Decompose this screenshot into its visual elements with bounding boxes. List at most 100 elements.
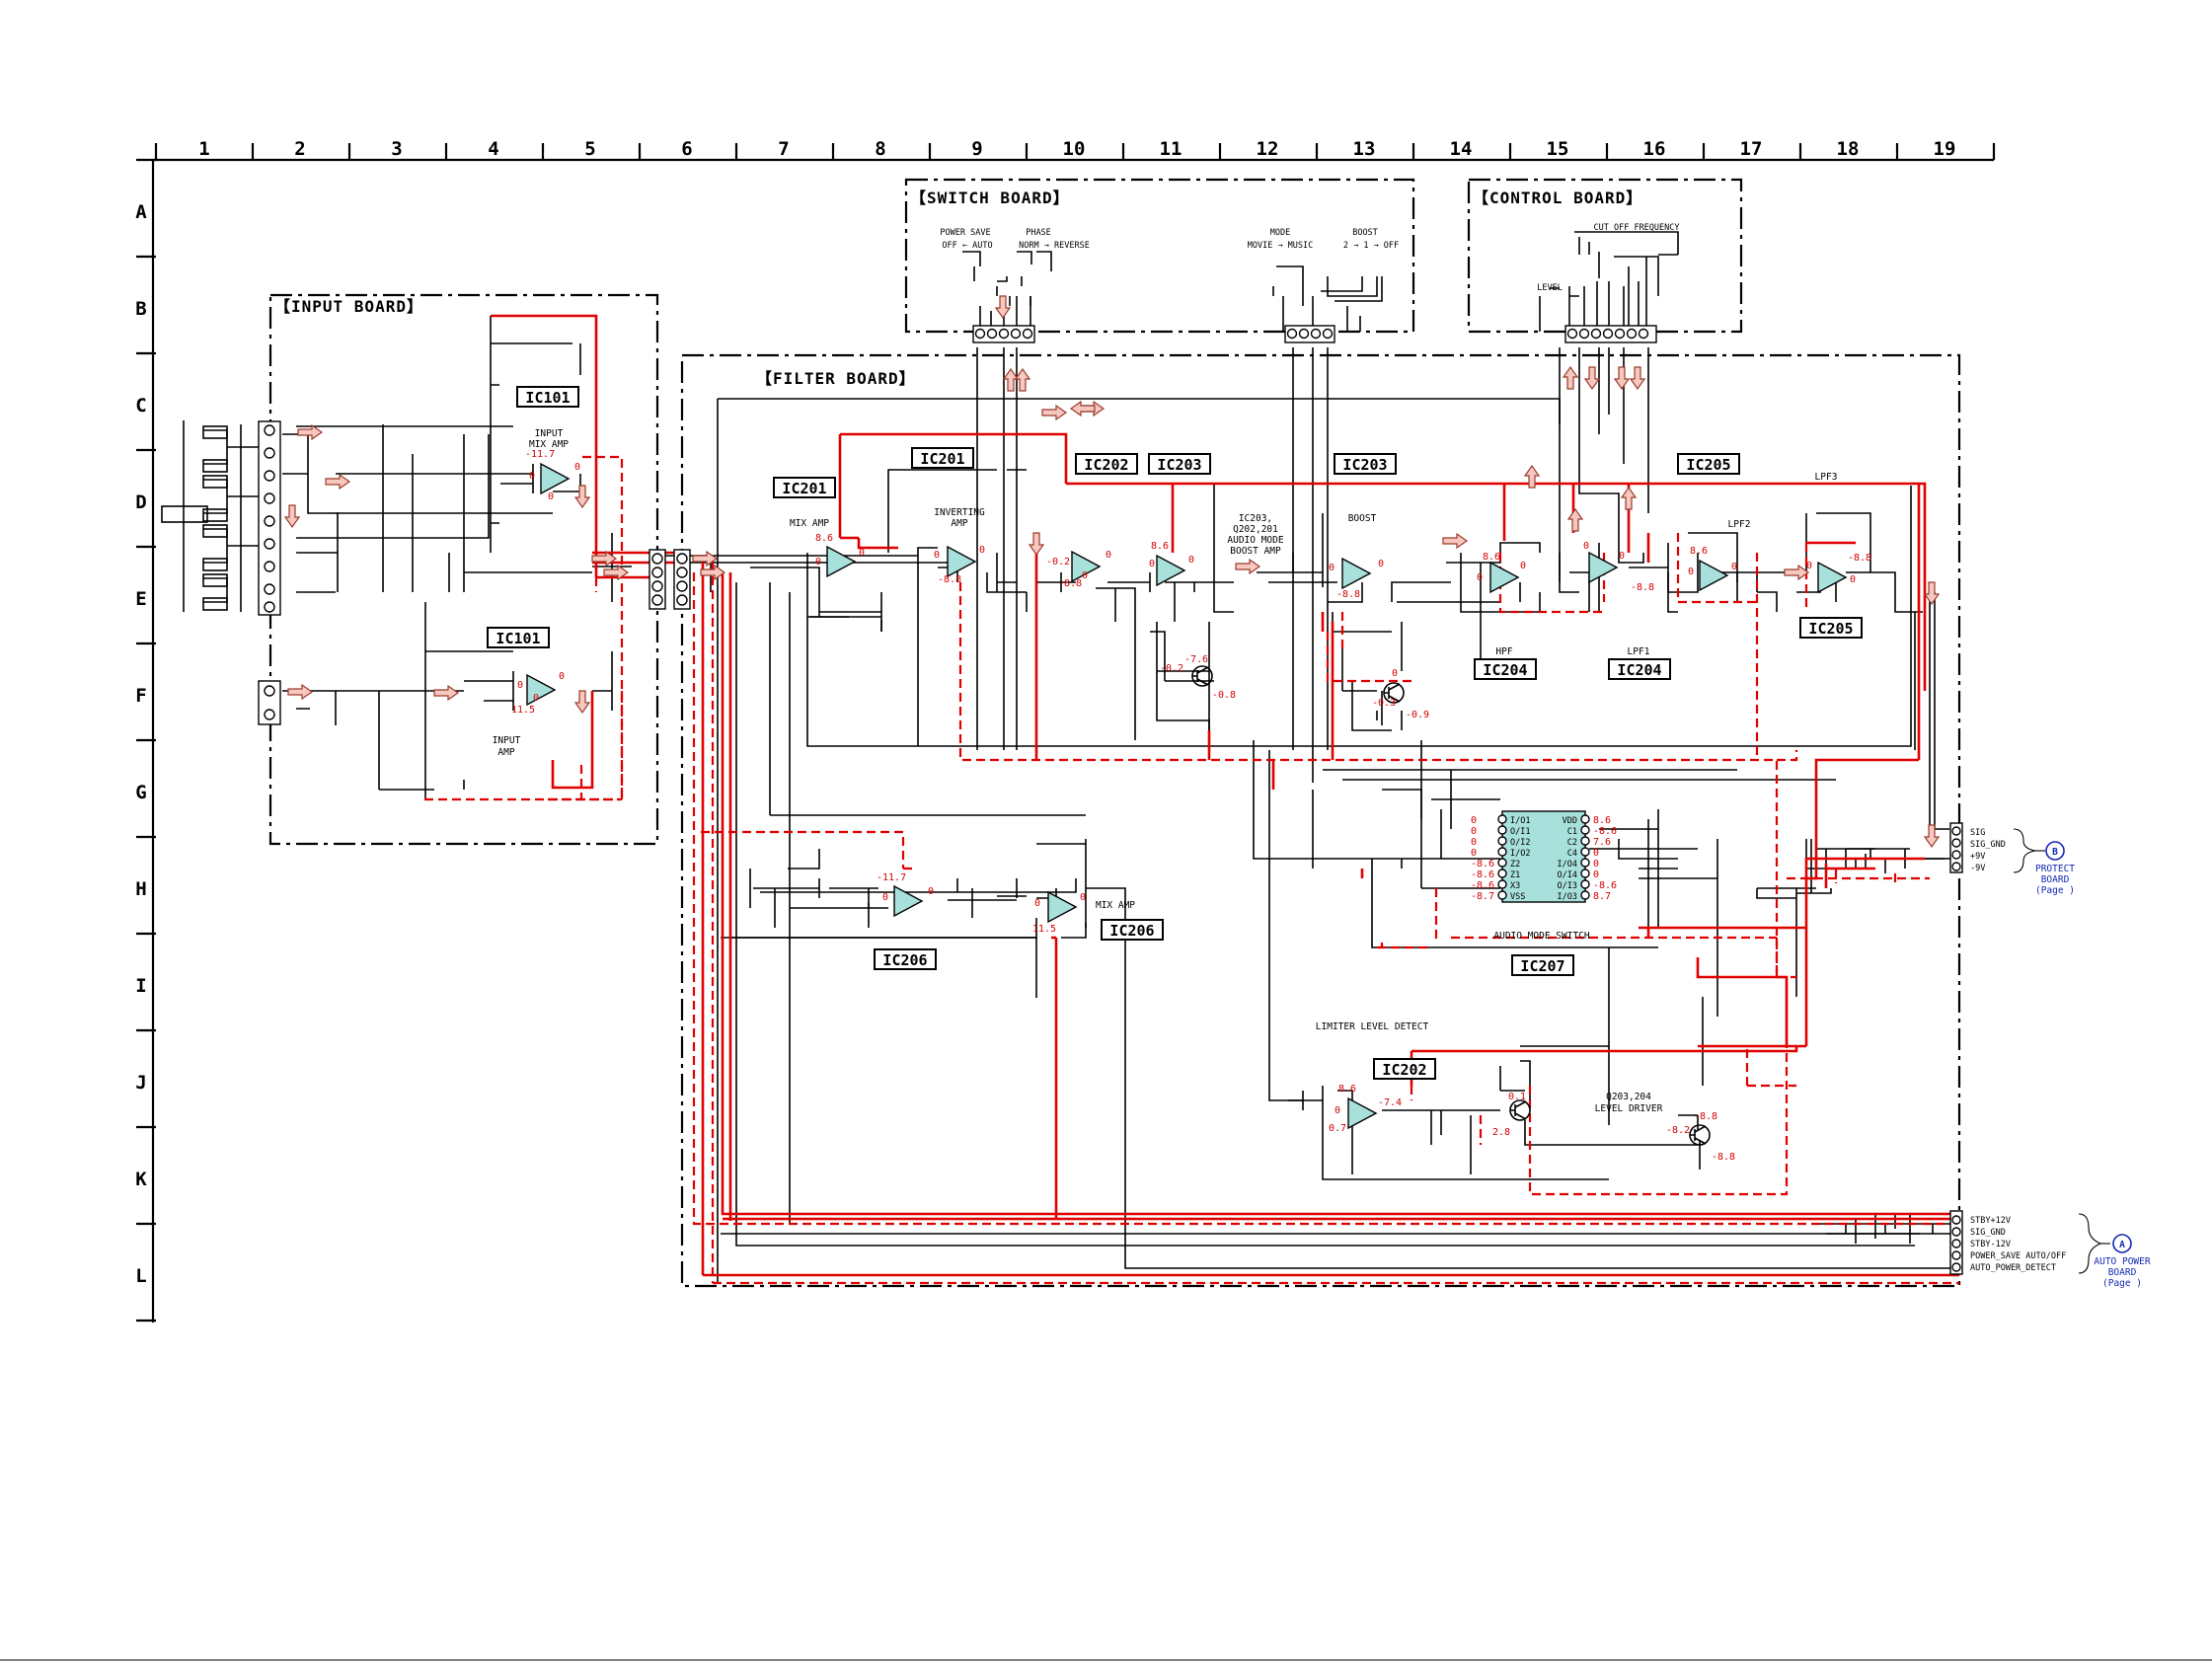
- svg-text:0: 0: [548, 491, 554, 502]
- row-label: E: [135, 588, 146, 610]
- signal-arrow-icon: [1613, 366, 1631, 391]
- svg-text:0: 0: [882, 892, 888, 903]
- ic101-label-bottom: IC101: [487, 627, 550, 648]
- filter-board-outline: [680, 353, 1961, 1288]
- ic205-lpf2-opamp: [1699, 559, 1729, 592]
- svg-text:0: 0: [1392, 668, 1398, 679]
- svg-text:STBY+12V: STBY+12V: [1970, 1216, 2011, 1226]
- svg-text:IC201: IC201: [782, 480, 826, 497]
- svg-text:AMP: AMP: [497, 747, 514, 758]
- terminal-circle: [264, 583, 275, 595]
- auto-power-board-connector: STBY+12V SIG_GND STBY-12V POWER_SAVE AUT…: [1970, 1213, 2151, 1289]
- level-driver-label: Q203,204: [1606, 1092, 1651, 1102]
- protect-board-connector: SIG SIG_GND +9V -9V B PROTECT BOARD (Pag…: [1970, 828, 2075, 896]
- boost-amp-label: IC203,: [1239, 513, 1272, 524]
- terminal-circle: [1322, 328, 1334, 340]
- cutoff-frequency-label: CUT OFF FREQUENCY: [1594, 223, 1680, 233]
- col-label: 14: [1450, 138, 1473, 160]
- ic207-pin: [1580, 879, 1590, 889]
- boost-switch-label: BOOST: [1352, 228, 1378, 238]
- svg-text:IC206: IC206: [1109, 922, 1154, 940]
- svg-text:0.7: 0.7: [1329, 1123, 1346, 1134]
- svg-text:A: A: [2119, 1240, 2125, 1250]
- svg-text:+9V: +9V: [1970, 852, 1985, 862]
- protect-board-link[interactable]: PROTECT: [2035, 864, 2075, 874]
- svg-text:X3: X3: [1510, 881, 1520, 891]
- input-mix-amp-label: INPUT: [535, 428, 564, 439]
- svg-text:SIG_GND: SIG_GND: [1970, 1228, 2006, 1238]
- ic207-pin: [1580, 847, 1590, 857]
- signal-arrow-icon: [573, 690, 591, 715]
- svg-text:SIG: SIG: [1970, 828, 1985, 838]
- mode-switch-label: MODE: [1270, 228, 1290, 238]
- terminal-circle: [264, 447, 275, 459]
- svg-text:AMP: AMP: [951, 518, 967, 529]
- ic207-pin: [1497, 890, 1507, 900]
- svg-text:0: 0: [1688, 567, 1694, 577]
- svg-text:IC205: IC205: [1808, 620, 1853, 638]
- svg-text:0: 0: [574, 462, 580, 473]
- svg-text:B: B: [2052, 847, 2058, 858]
- svg-text:Q202,201: Q202,201: [1233, 524, 1278, 535]
- svg-text:0: 0: [1520, 561, 1526, 571]
- svg-text:-0.2: -0.2: [1160, 663, 1183, 674]
- ic207-pin: [1580, 836, 1590, 846]
- phase-switch-label: PHASE: [1026, 228, 1051, 238]
- ic201-mix-amp-opamp: [826, 545, 857, 578]
- svg-text:-8.8: -8.8: [938, 574, 961, 585]
- svg-text:-8.8: -8.8: [1336, 589, 1360, 600]
- svg-text:C4: C4: [1567, 849, 1577, 859]
- signal-arrow-icon: [1002, 367, 1020, 392]
- signal-arrow-icon: [1583, 366, 1601, 391]
- svg-text:-0.8: -0.8: [1212, 690, 1236, 701]
- svg-text:IC203: IC203: [1157, 456, 1201, 474]
- svg-text:(Page ): (Page ): [2035, 885, 2075, 896]
- control-board-title: 【CONTROL BOARD】: [1473, 189, 1642, 207]
- svg-text:IC101: IC101: [496, 630, 540, 647]
- voltage-label: -8.6: [1593, 880, 1617, 891]
- terminal-circle: [1626, 328, 1638, 340]
- mix-amp-206-label: MIX AMP: [1096, 900, 1135, 911]
- ic207-pin: [1580, 825, 1590, 835]
- voltage-label: 8.6: [1593, 815, 1611, 826]
- terminal-circle: [264, 470, 275, 482]
- terminal-circle: [651, 594, 663, 606]
- signal-arrow-icon: [1235, 558, 1261, 575]
- svg-text:0: 0: [1731, 562, 1737, 572]
- ic206-label-a: IC206: [874, 948, 937, 970]
- column-labels: 1 2 3 4 5 6 7 8 9 10 11 12 13 14 15 16 1…: [198, 138, 1955, 160]
- grid-ruler: [136, 143, 1996, 1323]
- col-label: 7: [778, 138, 789, 160]
- voltage-label: -8.6: [1471, 859, 1494, 869]
- svg-text:-0.9: -0.9: [1406, 710, 1429, 720]
- col-label: 19: [1934, 138, 1956, 160]
- svg-text:C2: C2: [1567, 838, 1577, 848]
- voltage-label: 0: [1471, 837, 1477, 848]
- col-label: 1: [198, 138, 209, 160]
- svg-text:POWER_SAVE AUTO/OFF: POWER_SAVE AUTO/OFF: [1970, 1251, 2066, 1261]
- row-label: L: [135, 1265, 146, 1287]
- svg-text:BOARD: BOARD: [2041, 874, 2070, 885]
- svg-text:-8.8: -8.8: [1694, 1111, 1717, 1122]
- svg-text:O/I2: O/I2: [1510, 838, 1530, 848]
- svg-text:2.8: 2.8: [1492, 1127, 1510, 1138]
- terminal-circle: [264, 492, 275, 504]
- svg-text:O/I1: O/I1: [1510, 827, 1530, 837]
- terminal-circle: [1602, 328, 1614, 340]
- svg-text:IC204: IC204: [1617, 661, 1661, 679]
- signal-arrow-icon: [1028, 532, 1045, 557]
- svg-text:IC203: IC203: [1342, 456, 1387, 474]
- ic205-lpf3-opamp: [1817, 561, 1848, 594]
- svg-text:(Page ): (Page ): [2102, 1278, 2142, 1289]
- auto-power-board-link[interactable]: AUTO POWER: [2094, 1256, 2150, 1267]
- ic206-opamp-a: [893, 884, 924, 918]
- svg-text:0: 0: [1034, 898, 1040, 909]
- terminal-circle: [676, 567, 688, 578]
- ic207-pin: [1580, 858, 1590, 868]
- terminal-circle: [1951, 838, 1961, 848]
- power-save-switch-label: POWER SAVE: [940, 228, 990, 238]
- signal-arrow-icon: [1566, 507, 1584, 532]
- terminal-circle: [1951, 1262, 1961, 1272]
- ic203-boost-opamp: [1341, 557, 1372, 590]
- svg-text:0: 0: [1082, 570, 1088, 581]
